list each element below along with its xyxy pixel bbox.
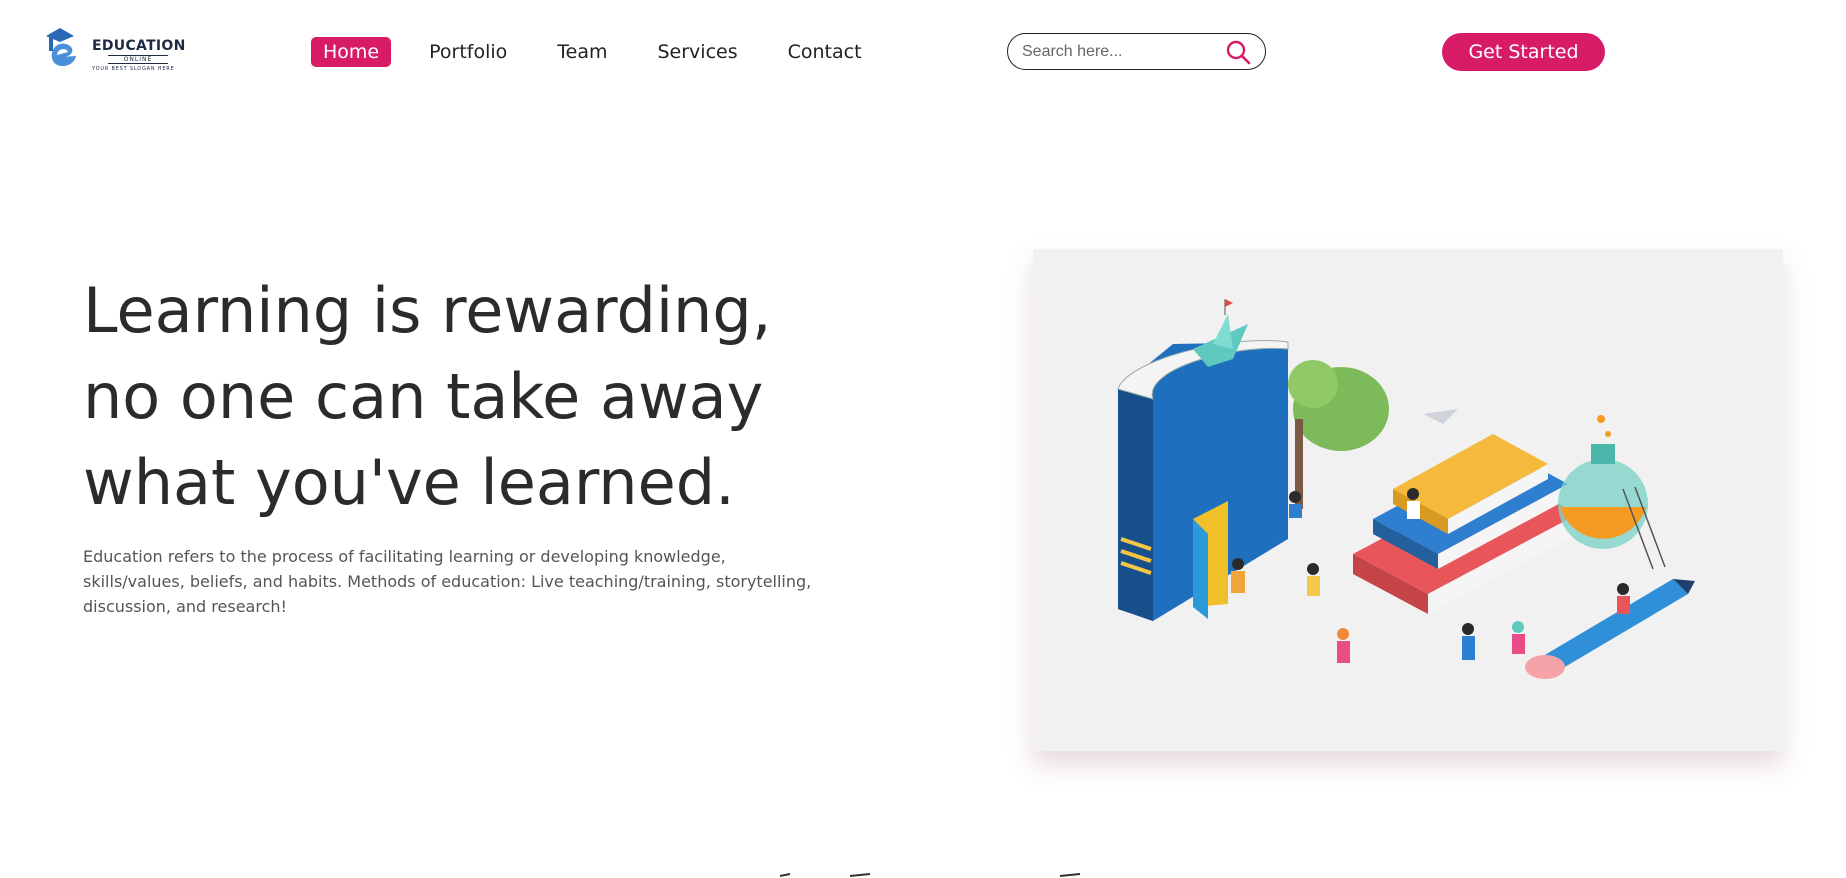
education-logo-icon	[46, 28, 76, 67]
hero-illustration	[1033, 249, 1783, 751]
nav-item-portfolio[interactable]: Portfolio	[417, 37, 519, 67]
education-illustration-icon	[1117, 299, 1695, 679]
brand-logo[interactable]: EDUCATION ONLINE YOUR BEST SLOGAN HERE	[40, 24, 190, 74]
brand-subtitle: ONLINE	[108, 55, 168, 64]
get-started-button[interactable]: Get Started	[1442, 33, 1605, 71]
next-section-heading-peek	[779, 873, 1081, 877]
search-input[interactable]	[1020, 41, 1214, 63]
hero-title: Learning is rewarding, no one can take a…	[83, 274, 772, 519]
top-navigation: EDUCATION ONLINE YOUR BEST SLOGAN HERE H…	[0, 0, 1846, 104]
brand-title: EDUCATION	[92, 38, 186, 54]
brand-slogan: YOUR BEST SLOGAN HERE	[92, 66, 175, 72]
search-icon[interactable]	[1225, 39, 1251, 65]
main-menu: Home Portfolio Team Services Contact	[311, 37, 900, 67]
search-box	[1007, 33, 1266, 70]
hero-description: Education refers to the process of facil…	[83, 547, 812, 616]
nav-item-home[interactable]: Home	[311, 37, 392, 67]
nav-item-team[interactable]: Team	[545, 37, 619, 67]
nav-item-contact[interactable]: Contact	[776, 37, 874, 67]
brand-text: EDUCATION ONLINE YOUR BEST SLOGAN HERE	[92, 38, 186, 72]
nav-item-services[interactable]: Services	[646, 37, 750, 67]
